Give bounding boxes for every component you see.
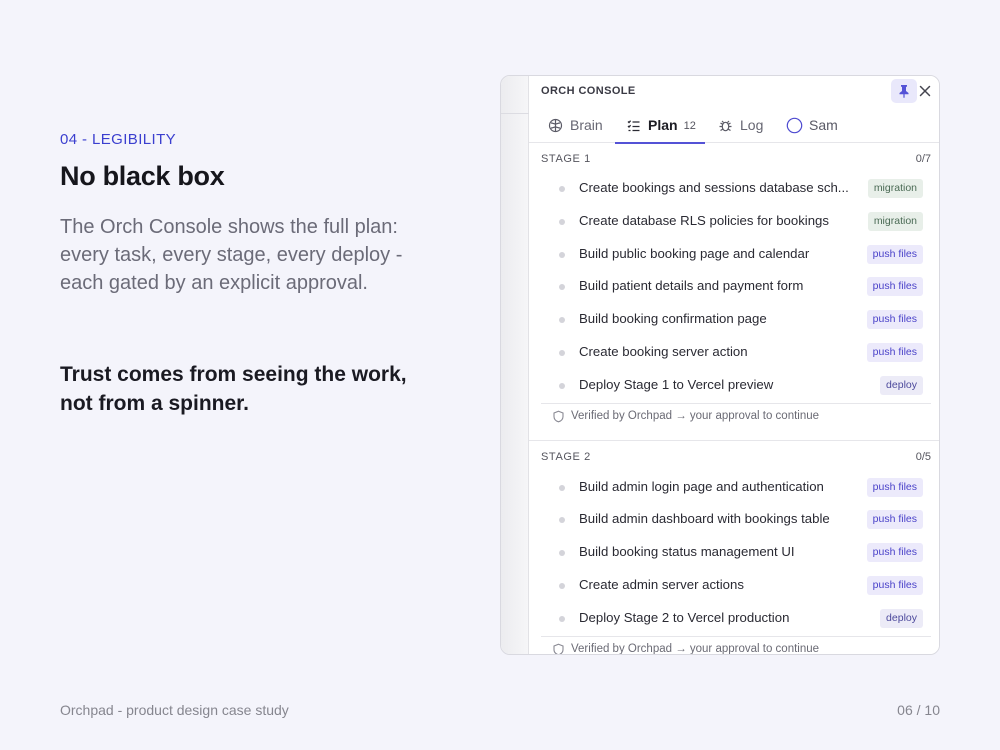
task-name: Build admin dashboard with bookings tabl… <box>579 511 830 527</box>
tab-log[interactable]: Log <box>718 114 763 143</box>
verification-text: Verified by Orchpad → your approval to c… <box>571 642 820 654</box>
status-dot <box>559 186 565 192</box>
stage-2: STAGE 2 0/5 Build admin login page and a… <box>529 441 939 654</box>
console-tabs: Brain Plan 12 Log Sam <box>529 114 939 144</box>
task-badge: deploy <box>880 608 923 628</box>
stage-header: STAGE 2 0/5 <box>529 441 939 472</box>
plan-list[interactable]: STAGE 1 0/7 Create bookings and sessions… <box>529 143 939 654</box>
task-name: Build patient details and payment form <box>579 278 804 294</box>
headline: No black box <box>60 161 225 191</box>
task-badge: push files <box>866 342 923 362</box>
circle-icon <box>786 117 803 134</box>
eyebrow: 04 - LEGIBILITY <box>60 131 177 148</box>
tab-brain[interactable]: Brain <box>548 114 603 143</box>
status-dot <box>559 615 565 622</box>
status-dot <box>559 349 565 356</box>
task-row[interactable]: Build patient details and payment form pu… <box>529 271 939 304</box>
verification-note: Verified by Orchpad → your approval to c… <box>541 635 931 654</box>
task-badge: push files <box>866 477 923 497</box>
task-row[interactable]: Deploy Stage 1 to Vercel preview deploy <box>529 370 939 403</box>
status-dot <box>559 382 565 389</box>
task-name: Build admin login page and authenticatio… <box>579 478 824 494</box>
page-number: 06 / 10 <box>897 702 940 718</box>
verification-text: Verified by Orchpad → your approval to c… <box>571 409 820 422</box>
task-row[interactable]: Build public booking page and calendar pu… <box>529 239 939 272</box>
task-badge: push files <box>866 543 923 563</box>
status-dot <box>559 284 565 291</box>
trust-statement: Trust comes from seeing the work, not fr… <box>60 363 407 415</box>
console-title: ORCH CONSOLE <box>541 85 636 97</box>
tab-count: 12 <box>683 120 696 132</box>
stage-label: STAGE 2 <box>541 450 591 463</box>
task-badge: deploy <box>880 375 923 395</box>
tab-plan[interactable]: Plan 12 <box>615 114 705 144</box>
task-name: Create booking server action <box>579 343 748 359</box>
task-badge: push files <box>866 244 923 264</box>
task-row[interactable]: Create booking server action push files <box>529 337 939 370</box>
status-dot <box>559 251 565 258</box>
task-badge: push files <box>866 310 923 330</box>
console-window: ORCH CONSOLE Brain Plan 12 Log Sam STAGE… <box>500 75 940 655</box>
task-badge: migration <box>867 211 923 231</box>
verification-note: Verified by Orchpad → your approval to c… <box>541 402 931 440</box>
task-name: Create bookings and sessions database sc… <box>579 180 849 195</box>
stage-1: STAGE 1 0/7 Create bookings and sessions… <box>529 143 939 440</box>
task-badge: migration <box>867 179 923 198</box>
sidebar-strip <box>501 76 529 654</box>
status-dot <box>559 517 565 524</box>
close-icon <box>919 85 931 97</box>
task-row[interactable]: Create bookings and sessions database sc… <box>529 173 939 206</box>
pin-icon <box>899 85 909 98</box>
task-row[interactable]: Create admin server actions push files <box>529 570 939 603</box>
pin-button[interactable] <box>891 79 917 103</box>
status-dot <box>559 550 565 557</box>
task-row[interactable]: Deploy Stage 2 to Vercel production deplo… <box>529 603 939 636</box>
stage-label: STAGE 1 <box>541 153 591 165</box>
task-badge: push files <box>866 510 923 530</box>
task-name: Deploy Stage 1 to Vercel preview <box>579 376 774 392</box>
task-row[interactable]: Build admin login page and authenticatio… <box>529 472 939 505</box>
shield-icon <box>553 410 564 422</box>
tab-sam[interactable]: Sam <box>786 114 838 143</box>
task-row[interactable]: Build booking status management UI push f… <box>529 537 939 570</box>
task-name: Build public booking page and calendar <box>579 245 810 261</box>
task-badge: push files <box>866 575 923 595</box>
task-badge: push files <box>866 277 923 297</box>
stage-progress: 0/7 <box>915 153 931 165</box>
brain-icon <box>548 118 564 134</box>
close-button[interactable] <box>915 80 935 102</box>
task-name: Build booking status management UI <box>579 544 795 560</box>
task-row[interactable]: Build admin dashboard with bookings tabl… <box>529 504 939 537</box>
footer-caption: Orchpad - product design case study <box>60 702 289 718</box>
task-name: Build booking confirmation page <box>579 311 767 327</box>
task-row[interactable]: Build booking confirmation page push file… <box>529 304 939 337</box>
orch-console: ORCH CONSOLE Brain Plan 12 Log Sam STAGE… <box>529 76 939 654</box>
status-dot <box>559 317 565 324</box>
status-dot <box>559 582 565 589</box>
stage-progress: 0/5 <box>915 450 931 463</box>
tab-label: Brain <box>570 117 603 133</box>
status-dot <box>559 218 565 225</box>
lead-paragraph: The Orch Console shows the full plan: ev… <box>60 216 403 294</box>
shield-icon <box>553 643 564 654</box>
task-name: Deploy Stage 2 to Vercel production <box>579 609 790 625</box>
tab-label: Log <box>740 117 764 133</box>
tab-label: Sam <box>809 117 838 133</box>
task-name: Create admin server actions <box>579 576 744 592</box>
list-icon <box>626 118 642 134</box>
task-row[interactable]: Create database RLS policies for booking… <box>529 206 939 239</box>
tab-label: Plan <box>648 117 678 133</box>
task-name: Create database RLS policies for booking… <box>579 212 829 228</box>
stage-header: STAGE 1 0/7 <box>529 143 939 173</box>
bug-icon <box>718 118 734 134</box>
status-dot <box>559 484 565 491</box>
